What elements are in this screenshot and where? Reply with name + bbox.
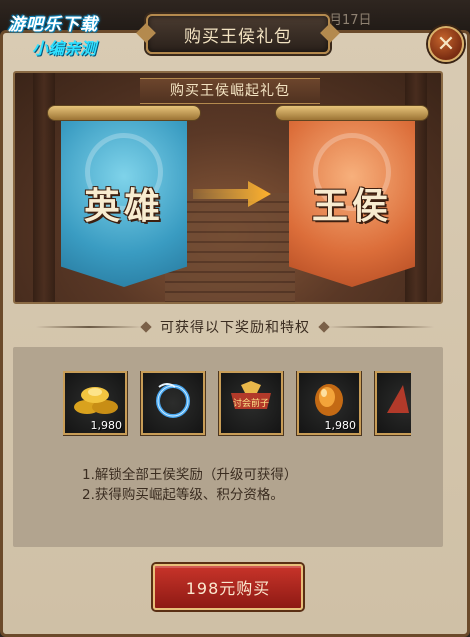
rank-upgrade-scene: 购买王侯崛起礼包 英雄 王侯	[13, 71, 443, 304]
from-rank-label: 英雄	[83, 185, 164, 227]
close-button[interactable]: ✕	[428, 26, 464, 62]
reward-item[interactable]: 1,980	[297, 371, 361, 435]
item-count: 1,980	[324, 419, 357, 432]
divider	[328, 326, 434, 328]
reward-description: 1.解锁全部王侯奖励（升级可获得） 2.获得购买崛起等级、积分资格。	[82, 465, 297, 505]
reward-item[interactable]: 1,980	[63, 371, 127, 435]
desc-line: 2.获得购买崛起等级、积分资格。	[82, 487, 284, 503]
hero-banner: 英雄	[47, 105, 201, 295]
gift-pack-dialog: 5 07月17日 游吧乐下载 小编亲测 购买王侯礼包 ✕ 购买王侯崛起礼包 英雄	[0, 0, 470, 637]
close-icon: ✕	[436, 31, 456, 57]
buy-button[interactable]: 198元购买	[153, 564, 303, 610]
lord-banner: 王侯	[275, 105, 429, 295]
banner-rod	[275, 105, 429, 121]
desc-line: 1.解锁全部王侯奖励（升级可获得）	[82, 467, 298, 483]
title-badge-icon: 讨会前子	[231, 381, 271, 409]
watermark-line2: 小编亲测	[32, 39, 97, 58]
scene-subtitle: 购买王侯崛起礼包	[140, 78, 320, 104]
reward-item[interactable]: 讨会前子	[219, 371, 283, 435]
rewards-section-header: 可获得以下奖励和特权	[36, 315, 434, 339]
to-rank-label: 王侯	[311, 185, 392, 227]
orange-crystal-icon	[315, 384, 343, 416]
reward-item[interactable]	[141, 371, 205, 435]
divider	[36, 326, 142, 328]
divider-gem	[318, 321, 330, 333]
banner-rod	[47, 105, 201, 121]
watermark-line1: 游吧乐下载	[8, 15, 98, 35]
gold-ingots-icon	[74, 387, 118, 414]
dialog-title: 购买王侯礼包	[184, 26, 292, 47]
reward-item[interactable]	[375, 371, 411, 435]
reward-list[interactable]: 1,980 讨会前子 1,980	[63, 371, 411, 437]
reward-panel: 1,980 讨会前子 1,980	[13, 347, 443, 547]
arrow-right-icon	[193, 181, 271, 207]
rewards-title: 可获得以下奖励和特权	[160, 320, 310, 336]
blue-ring-icon	[156, 383, 190, 418]
partial-item-icon	[387, 385, 409, 413]
title-badge-text: 讨会前子	[233, 397, 269, 409]
watermark: 游吧乐下载 小编亲测	[8, 10, 148, 64]
item-count: 1,980	[90, 419, 123, 432]
title-plaque: 购买王侯礼包	[146, 14, 330, 54]
buy-button-label: 198元购买	[185, 579, 271, 598]
